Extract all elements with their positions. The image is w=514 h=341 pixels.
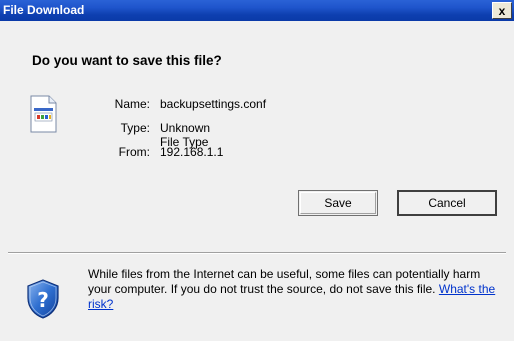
title-bar: File Download x <box>0 0 514 21</box>
type-label: Type: <box>120 121 150 135</box>
dialog-question: Do you want to save this file? <box>32 53 222 68</box>
warning-text: While files from the Internet can be use… <box>88 267 498 312</box>
from-value: 192.168.1.1 <box>160 145 224 159</box>
window-title: File Download <box>3 3 85 17</box>
save-button-label: Save <box>324 196 352 210</box>
svg-text:?: ? <box>37 288 49 312</box>
cancel-button-label: Cancel <box>428 196 466 210</box>
shield-question-icon: ? <box>27 279 59 319</box>
warning-message: While files from the Internet can be use… <box>88 267 481 296</box>
name-label: Name: <box>114 97 150 111</box>
close-button[interactable]: x <box>492 2 512 19</box>
from-label: From: <box>118 145 150 159</box>
save-button[interactable]: Save <box>298 190 378 216</box>
cancel-button[interactable]: Cancel <box>397 190 497 216</box>
name-value: backupsettings.conf <box>160 97 267 111</box>
unknown-file-icon <box>30 95 57 133</box>
close-icon: x <box>498 3 506 18</box>
